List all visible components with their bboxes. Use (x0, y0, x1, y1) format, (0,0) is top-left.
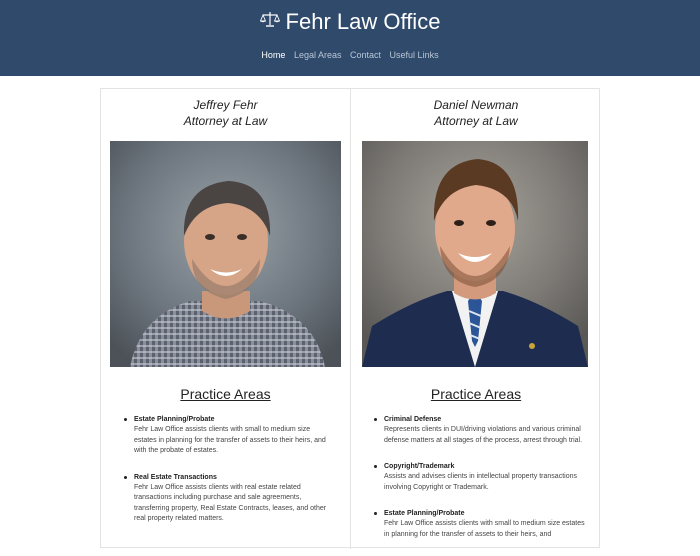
nav-home[interactable]: Home (261, 50, 285, 60)
area-description: Assists and advises clients in intellect… (384, 473, 577, 491)
practice-areas-list: Estate Planning/Probate Fehr Law Office … (123, 415, 333, 541)
attorney-card-fehr: Jeffrey Fehr Attorney at Law Practice Ar… (101, 89, 351, 549)
attorney-card-newman: Daniel Newman Attorney at Law Practice A… (351, 89, 601, 549)
list-item: Copyright/Trademark Assists and advises … (373, 462, 588, 493)
area-title: Estate Planning/Probate (134, 416, 215, 423)
attorney-title: Attorney at Law (434, 114, 518, 128)
main-nav: Home Legal Areas Contact Useful Links (0, 50, 700, 60)
area-description: Represents clients in DUI/driving violat… (384, 426, 583, 444)
attorney-title: Attorney at Law (183, 114, 268, 128)
area-title: Criminal Defense (384, 416, 442, 423)
nav-legal-areas[interactable]: Legal Areas (294, 50, 342, 60)
area-description: Fehr Law Office assists clients with sma… (134, 426, 326, 454)
nav-contact[interactable]: Contact (350, 50, 381, 60)
practice-areas-heading: Practice Areas (180, 386, 271, 402)
area-description: Fehr Law Office assists clients with rea… (134, 483, 327, 523)
nav-useful-links[interactable]: Useful Links (390, 50, 439, 60)
area-title: Real Estate Transactions (134, 473, 217, 481)
attorney-name: Jeffrey Fehr (193, 98, 258, 112)
attorney-photo (110, 141, 341, 367)
site-brand[interactable]: Fehr Law Office (0, 8, 700, 36)
attorney-cards: Jeffrey Fehr Attorney at Law Practice Ar… (100, 88, 601, 549)
practice-areas-heading: Practice Areas (430, 386, 522, 402)
site-header: Fehr Law Office Home Legal Areas Contact… (0, 0, 700, 76)
list-item: Estate Planning/Probate Fehr Law Office … (373, 509, 588, 540)
scale-icon (259, 7, 280, 35)
attorney-name: Daniel Newman (433, 98, 519, 112)
practice-areas-list: Criminal Defense Represents clients in D… (373, 415, 588, 556)
attorney-photo (362, 141, 588, 367)
area-title: Copyright/Trademark (384, 463, 455, 470)
list-item: Estate Planning/Probate Fehr Law Office … (123, 415, 333, 457)
list-item: Real Estate Transactions Fehr Law Office… (123, 473, 333, 525)
list-item: Criminal Defense Represents clients in D… (373, 415, 588, 446)
area-title: Estate Planning/Probate (384, 510, 465, 517)
site-title: Fehr Law Office (285, 9, 441, 34)
area-description: Fehr Law Office assists clients with sma… (384, 520, 585, 538)
